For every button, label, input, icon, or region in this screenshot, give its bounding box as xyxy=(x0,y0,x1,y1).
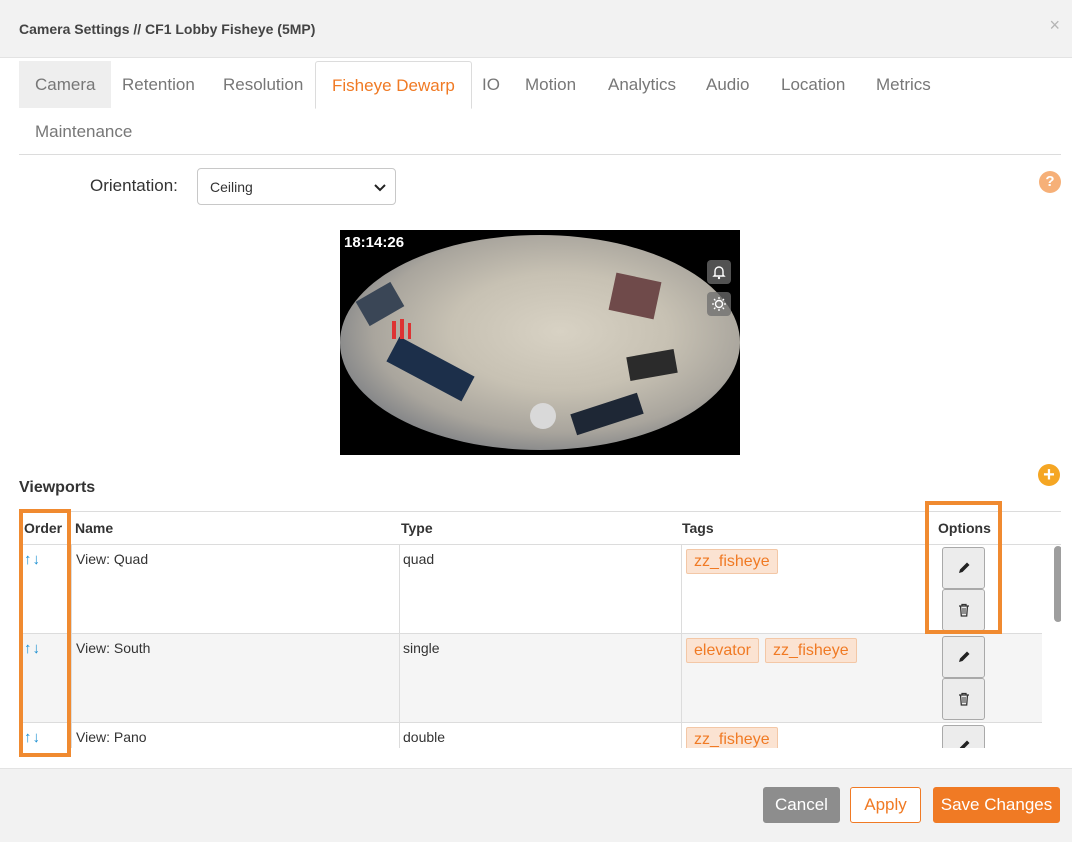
orientation-value: Ceiling xyxy=(210,179,253,195)
column-type: Type xyxy=(401,520,433,536)
video-timestamp: 18:14:26 xyxy=(344,234,405,251)
column-options: Options xyxy=(938,520,991,536)
dialog-title: Camera Settings // CF1 Lobby Fisheye (5M… xyxy=(19,21,316,37)
delete-button[interactable] xyxy=(942,589,985,631)
tab-motion[interactable]: Motion xyxy=(509,61,592,108)
apply-button[interactable]: Apply xyxy=(850,787,921,823)
viewports-table: Order Name Type Tags Options ↑↓ View: Qu… xyxy=(19,511,1061,748)
chevron-down-icon xyxy=(374,184,386,192)
table-row: ↑↓ View: Quad quad zz_fisheye xyxy=(20,545,1042,634)
tab-metrics[interactable]: Metrics xyxy=(860,61,947,108)
tag-badge: zz_fisheye xyxy=(686,549,778,574)
tab-analytics[interactable]: Analytics xyxy=(592,61,692,108)
pencil-icon xyxy=(959,562,970,573)
column-name: Name xyxy=(75,520,114,536)
save-changes-button[interactable]: Save Changes xyxy=(933,787,1060,823)
row-type: double xyxy=(403,729,446,745)
tab-location[interactable]: Location xyxy=(765,61,861,108)
tab-audio[interactable]: Audio xyxy=(690,61,765,108)
pencil-icon xyxy=(959,740,970,748)
edit-button[interactable] xyxy=(942,547,985,589)
tab-resolution[interactable]: Resolution xyxy=(207,61,319,108)
orientation-label: Orientation: xyxy=(90,176,178,195)
tab-maintenance[interactable]: Maintenance xyxy=(19,108,148,155)
close-icon[interactable]: × xyxy=(1049,16,1060,34)
tab-retention[interactable]: Retention xyxy=(106,61,211,108)
trash-icon xyxy=(959,692,969,706)
trash-icon xyxy=(959,603,969,617)
dialog-header: Camera Settings // CF1 Lobby Fisheye (5M… xyxy=(0,0,1072,58)
row-name: View: Quad xyxy=(76,551,149,567)
orientation-select[interactable]: Ceiling xyxy=(197,168,396,205)
tag-badge: elevator xyxy=(686,638,759,663)
add-viewport-icon[interactable]: + xyxy=(1038,464,1060,486)
row-name: View: Pano xyxy=(76,729,147,745)
tab-fisheye-dewarp[interactable]: Fisheye Dewarp xyxy=(315,61,472,109)
table-row: ↑↓ View: Pano double zz_fisheye xyxy=(20,723,1042,748)
bell-icon[interactable] xyxy=(707,260,731,284)
delete-button[interactable] xyxy=(942,678,985,720)
column-order: Order xyxy=(24,520,63,536)
column-tags: Tags xyxy=(682,520,714,536)
light-icon[interactable] xyxy=(707,292,731,316)
row-type: single xyxy=(403,640,440,656)
edit-button[interactable] xyxy=(942,636,985,678)
edit-button[interactable] xyxy=(942,725,985,748)
row-name: View: South xyxy=(76,640,151,656)
viewports-title: Viewports xyxy=(19,479,96,496)
reorder-arrows[interactable]: ↑↓ xyxy=(24,640,41,657)
pencil-icon xyxy=(959,651,970,662)
row-type: quad xyxy=(403,551,435,567)
fisheye-image xyxy=(340,235,740,450)
settings-tabs: Camera Retention Resolution Fisheye Dewa… xyxy=(19,61,1061,155)
fisheye-preview: 18:14:26 xyxy=(340,230,740,455)
help-icon[interactable]: ? xyxy=(1039,171,1061,193)
table-header: Order Name Type Tags Options xyxy=(20,512,1061,545)
tag-badge: zz_fisheye xyxy=(765,638,857,663)
table-scrollbar[interactable] xyxy=(1054,546,1061,622)
reorder-arrows[interactable]: ↑↓ xyxy=(24,551,41,568)
table-row: ↑↓ View: South single elevator zz_fishey… xyxy=(20,634,1042,723)
tag-badge: zz_fisheye xyxy=(686,727,778,748)
reorder-arrows[interactable]: ↑↓ xyxy=(24,729,41,746)
cancel-button[interactable]: Cancel xyxy=(763,787,840,823)
tab-camera[interactable]: Camera xyxy=(19,61,112,108)
dialog-footer: Cancel Apply Save Changes xyxy=(0,768,1072,842)
